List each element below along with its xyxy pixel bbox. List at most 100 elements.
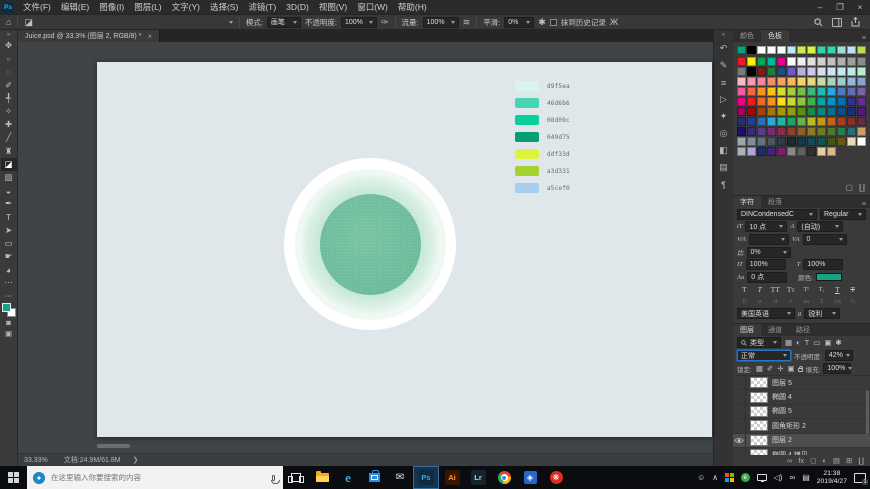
- layer-filter-select[interactable]: 类型: [737, 337, 781, 348]
- opentype-button-0[interactable]: fi: [737, 298, 752, 305]
- swatch-4-9[interactable]: [827, 97, 836, 106]
- swatch-7-6[interactable]: [797, 127, 806, 136]
- swatch-8-12[interactable]: [857, 137, 866, 146]
- app-logo-icon[interactable]: Ps: [2, 2, 14, 13]
- swatch-6-9[interactable]: [827, 117, 836, 126]
- swatch-6-1[interactable]: [747, 117, 756, 126]
- edit-toolbar-dots[interactable]: ⋯: [1, 290, 17, 301]
- adjustment-layer-icon[interactable]: ◐: [822, 456, 827, 465]
- swatch-9-1[interactable]: [747, 147, 756, 156]
- swatch-6-11[interactable]: [847, 117, 856, 126]
- recent-swatch-8[interactable]: [817, 46, 826, 54]
- swatch-8-11[interactable]: [847, 137, 856, 146]
- swatch-0-9[interactable]: [827, 57, 836, 66]
- swatch-9-7[interactable]: [807, 147, 816, 156]
- layer-row-0[interactable]: 图层 5: [733, 376, 870, 390]
- libraries-panel-icon[interactable]: ▤: [716, 159, 732, 176]
- swatch-0-7[interactable]: [807, 57, 816, 66]
- swatch-5-5[interactable]: [787, 107, 796, 116]
- opacity-select[interactable]: 100%: [341, 17, 377, 28]
- swatch-0-0[interactable]: [737, 57, 746, 66]
- swatch-4-3[interactable]: [767, 97, 776, 106]
- recent-swatch-6[interactable]: [797, 46, 806, 54]
- swatch-7-4[interactable]: [777, 127, 786, 136]
- layer-filter-icon-3[interactable]: ▭: [813, 338, 820, 347]
- swatch-9-6[interactable]: [797, 147, 806, 156]
- swatch-2-9[interactable]: [827, 77, 836, 86]
- menu-item-4[interactable]: 文字(Y): [167, 0, 205, 14]
- layer-style-icon[interactable]: fx: [798, 456, 804, 465]
- layer-thumbnail[interactable]: [750, 392, 768, 403]
- swatch-6-4[interactable]: [777, 117, 786, 126]
- styles-panel-icon[interactable]: ✦: [716, 108, 732, 125]
- swatch-7-1[interactable]: [747, 127, 756, 136]
- swatch-7-11[interactable]: [847, 127, 856, 136]
- proportional-spacing-select[interactable]: 0%: [747, 247, 791, 258]
- foreground-color-chip[interactable]: [2, 303, 11, 312]
- swatch-0-5[interactable]: [787, 57, 796, 66]
- swatch-3-9[interactable]: [827, 87, 836, 96]
- panel-menu-icon[interactable]: ≡: [862, 35, 870, 42]
- link-icon[interactable]: ∞: [789, 473, 795, 482]
- swatch-7-3[interactable]: [767, 127, 776, 136]
- recent-swatch-5[interactable]: [787, 46, 796, 54]
- recent-swatch-10[interactable]: [837, 46, 846, 54]
- shape-tool[interactable]: ▭: [1, 237, 17, 250]
- swatch-1-10[interactable]: [837, 67, 846, 76]
- menu-item-2[interactable]: 图像(I): [94, 0, 129, 14]
- swatch-5-4[interactable]: [777, 107, 786, 116]
- swatch-4-10[interactable]: [837, 97, 846, 106]
- swatch-7-2[interactable]: [757, 127, 766, 136]
- layer-mask-icon[interactable]: ◻: [810, 456, 816, 465]
- comments-panel-icon[interactable]: ✎: [716, 57, 732, 74]
- font-style-select[interactable]: Regular: [820, 209, 866, 220]
- lock-all-icon[interactable]: [798, 368, 803, 372]
- hand-tool[interactable]: ☛: [1, 250, 17, 263]
- swatch-7-10[interactable]: [837, 127, 846, 136]
- swatch-8-1[interactable]: [747, 137, 756, 146]
- layer-filter-icon-0[interactable]: ▦: [785, 338, 792, 347]
- trash-icon[interactable]: ∐: [859, 183, 865, 192]
- opentype-button-1[interactable]: ø: [753, 298, 768, 305]
- notification-icon[interactable]: 1: [854, 473, 866, 483]
- swatch-8-9[interactable]: [827, 137, 836, 146]
- type-style-button-5[interactable]: T₁: [815, 285, 830, 295]
- swatch-5-1[interactable]: [747, 107, 756, 116]
- swatch-5-7[interactable]: [807, 107, 816, 116]
- opentype-button-4[interactable]: aa: [799, 298, 814, 305]
- layer-thumbnail[interactable]: [750, 420, 768, 431]
- swatch-6-3[interactable]: [767, 117, 776, 126]
- swatch-2-1[interactable]: [747, 77, 756, 86]
- recent-swatch-4[interactable]: [777, 46, 786, 54]
- tab-paths[interactable]: 路径: [789, 324, 817, 336]
- menu-item-6[interactable]: 滤镜(T): [243, 0, 281, 14]
- minimize-button[interactable]: –: [810, 0, 830, 14]
- document-tab[interactable]: Juice.psd @ 33.3% (图层 2, RGB/8) * ×: [18, 30, 160, 42]
- font-family-select[interactable]: DINCondensedC: [737, 209, 817, 220]
- zoom-level[interactable]: 33.33%: [24, 457, 48, 464]
- menu-item-1[interactable]: 编辑(E): [56, 0, 94, 14]
- swatch-3-4[interactable]: [777, 87, 786, 96]
- swatch-5-0[interactable]: [737, 107, 746, 116]
- layer-thumbnail[interactable]: [750, 449, 768, 455]
- layer-thumbnail[interactable]: [750, 435, 768, 446]
- swatch-9-3[interactable]: [767, 147, 776, 156]
- workspace-switcher-icon[interactable]: [832, 18, 842, 27]
- layer-opacity-select[interactable]: 42%: [825, 350, 853, 361]
- tab-close-icon[interactable]: ×: [147, 32, 152, 41]
- font-size-select[interactable]: 10 点: [745, 221, 787, 232]
- swatch-2-7[interactable]: [807, 77, 816, 86]
- store-icon[interactable]: [361, 466, 387, 489]
- swatch-0-3[interactable]: [767, 57, 776, 66]
- menu-item-5[interactable]: 选择(S): [205, 0, 243, 14]
- swatch-6-6[interactable]: [797, 117, 806, 126]
- brush-tool[interactable]: ╱: [1, 131, 17, 144]
- kerning-select[interactable]: [749, 234, 789, 245]
- recent-swatch-9[interactable]: [827, 46, 836, 54]
- close-button[interactable]: ×: [850, 0, 870, 14]
- menu-item-10[interactable]: 帮助(H): [393, 0, 432, 14]
- layer-row-4[interactable]: 图层 2: [733, 434, 870, 448]
- swatch-1-12[interactable]: [857, 67, 866, 76]
- share-icon[interactable]: [851, 17, 860, 27]
- tab-paragraph[interactable]: 段落: [761, 196, 789, 208]
